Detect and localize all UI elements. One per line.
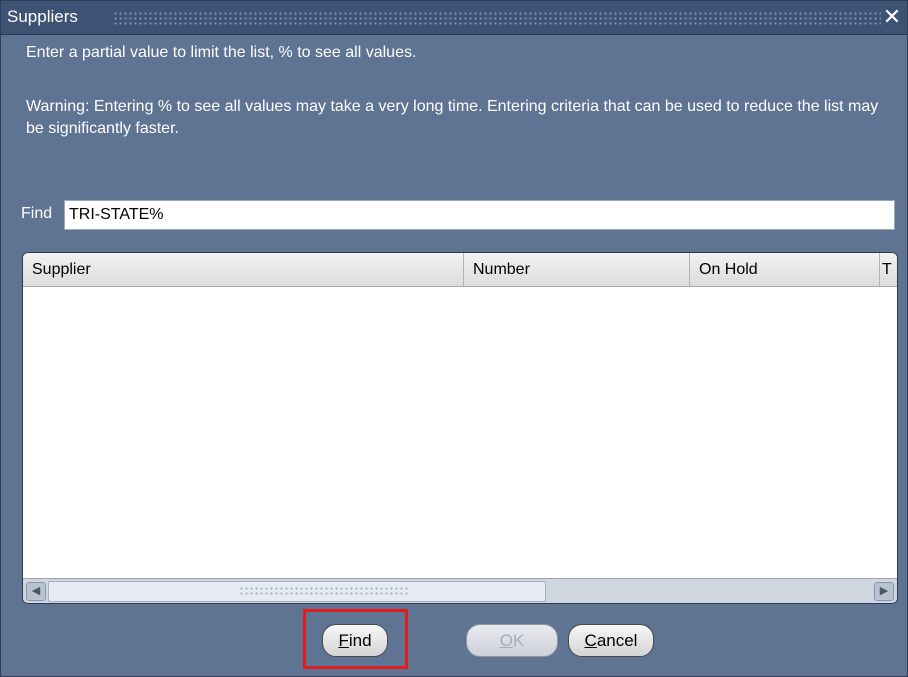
title-bar[interactable]: Suppliers ✕: [1, 1, 907, 35]
find-button-mnemonic: F: [338, 631, 349, 650]
find-label: Find: [21, 205, 53, 222]
ok-button: OK: [466, 624, 558, 657]
instruction-text: Enter a partial value to limit the list,…: [26, 44, 417, 61]
suppliers-dialog: Suppliers ✕ Enter a partial value to lim…: [0, 0, 908, 677]
find-button[interactable]: Find: [322, 624, 388, 657]
table-header: Supplier Number On Hold T: [23, 253, 897, 287]
dialog-title: Suppliers: [7, 7, 78, 26]
scroll-right-arrow-icon[interactable]: ▶: [874, 582, 894, 601]
scrollbar-grip: [239, 586, 409, 596]
find-button-label: ind: [348, 631, 372, 650]
ok-button-label: K: [512, 631, 525, 650]
close-icon[interactable]: ✕: [881, 5, 903, 29]
cancel-button-mnemonic: C: [584, 631, 597, 650]
table-body: [23, 287, 897, 569]
scroll-left-arrow-icon[interactable]: ◀: [26, 582, 46, 601]
find-input[interactable]: [64, 200, 895, 230]
cancel-button[interactable]: Cancel: [568, 624, 654, 657]
column-header-on-hold[interactable]: On Hold: [690, 253, 880, 286]
cancel-button-label: ancel: [596, 631, 638, 650]
warning-text: Warning: Entering % to see all values ma…: [26, 98, 879, 137]
ok-button-mnemonic: O: [499, 631, 513, 650]
title-bar-grip: [113, 11, 881, 25]
column-header-number[interactable]: Number: [464, 253, 690, 286]
column-header-truncated[interactable]: T: [880, 253, 897, 286]
horizontal-scrollbar[interactable]: ◀ ▶: [23, 578, 897, 603]
column-header-supplier[interactable]: Supplier: [23, 253, 464, 286]
results-table: Supplier Number On Hold T ◀ ▶: [22, 252, 898, 604]
scrollbar-thumb[interactable]: [48, 581, 546, 602]
